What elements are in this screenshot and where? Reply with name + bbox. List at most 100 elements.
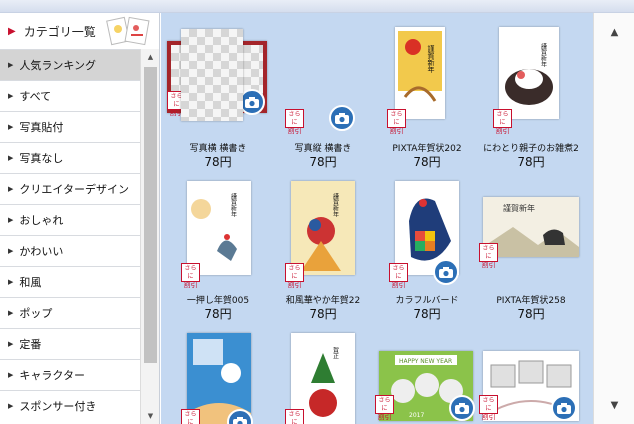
discount-badge: さらに割引 xyxy=(389,263,408,289)
category-label: クリエイターデザイン xyxy=(19,183,129,196)
category-label: 人気ランキング xyxy=(19,59,97,72)
category-item[interactable]: ▶ おしゃれ xyxy=(0,204,140,235)
category-item[interactable]: ▶ ポップ xyxy=(0,297,140,328)
card-price: 78円 xyxy=(204,155,232,169)
arrow-right-icon: ▶ xyxy=(8,247,14,255)
category-label: かわいい xyxy=(19,245,64,258)
arrow-right-icon: ▶ xyxy=(8,402,14,410)
category-item[interactable]: ▶ クリエイターデザイン xyxy=(0,173,140,204)
badge-line2: 割引 xyxy=(377,413,392,421)
card-price: 78円 xyxy=(309,307,337,321)
category-item[interactable]: ▶ スポンサー付き xyxy=(0,390,140,421)
card-price: 78円 xyxy=(309,155,337,169)
svg-text:謹賀新年: 謹賀新年 xyxy=(332,192,339,218)
category-item[interactable]: ▶ 写真貼付 xyxy=(0,111,140,142)
category-item[interactable]: ▶ すべて xyxy=(0,80,140,111)
discount-badge: さらに割引 xyxy=(285,109,304,135)
discount-badge: さらに割引 xyxy=(375,395,394,421)
card-price: 78円 xyxy=(413,307,441,321)
badge-line1: さらに xyxy=(390,111,403,126)
template-thumbnail[interactable]: 謹賀新年 xyxy=(187,181,251,275)
badge-line1: さらに xyxy=(288,411,301,424)
template-grid: さらに 割引 写真横 横書き 78円 さらに 割引 写真縦 横書き 78円 謹賀新年 さらに 割引 P… xyxy=(161,13,593,424)
header-arrow-icon: ▶ xyxy=(8,25,16,37)
category-item[interactable]: ▶ 定番 xyxy=(0,328,140,359)
svg-text:HAPPY NEW YEAR: HAPPY NEW YEAR xyxy=(399,358,452,365)
badge-line2: 割引 xyxy=(481,261,496,269)
category-label: 写真貼付 xyxy=(19,121,64,134)
template-thumbnail[interactable]: 謹賀新年 xyxy=(395,27,445,119)
badge-line2: 割引 xyxy=(481,413,496,421)
card-price: 78円 xyxy=(517,307,545,321)
top-strip xyxy=(0,0,634,13)
arrow-right-icon: ▶ xyxy=(8,340,14,348)
category-header: ▶ カテゴリ一覧 xyxy=(0,13,159,49)
category-label: おしゃれ xyxy=(19,214,64,227)
badge-line1: さらに xyxy=(288,265,301,280)
category-item[interactable]: ▶ キャラクター xyxy=(0,359,140,390)
category-sidebar: ▶ カテゴリ一覧 ▶ 人気ランキング ▶ すべて ▶ 写真貼付 ▶ 写真なし ▶ クリエイターデザ… xyxy=(0,13,160,424)
category-item[interactable]: ▶ 人気ランキング xyxy=(0,49,140,80)
grid-scrollbar[interactable]: ▲ ▼ xyxy=(593,13,634,424)
discount-badge: さらに割引 xyxy=(285,263,304,289)
chevron-up-icon[interactable]: ▲ xyxy=(594,13,634,51)
category-header-label: カテゴリ一覧 xyxy=(23,24,96,39)
discount-badge: さらに割引 xyxy=(479,395,498,421)
card-price: 78円 xyxy=(517,155,545,169)
camera-icon[interactable] xyxy=(449,395,475,421)
badge-line1: さらに xyxy=(482,397,495,412)
svg-text:2017: 2017 xyxy=(409,412,424,419)
svg-text:賀正: 賀正 xyxy=(332,346,339,359)
arrow-right-icon: ▶ xyxy=(8,371,14,379)
badge-line1: さらに xyxy=(482,245,495,260)
discount-badge: さらに割引 xyxy=(181,409,200,424)
chevron-up-icon[interactable]: ▲ xyxy=(141,49,160,65)
arrow-right-icon: ▶ xyxy=(8,154,14,162)
badge-line2: 割引 xyxy=(389,127,404,135)
badge-line1: さらに xyxy=(184,411,197,424)
camera-icon[interactable] xyxy=(551,395,577,421)
arrow-right-icon: ▶ xyxy=(8,216,14,224)
badge-line2: 割引 xyxy=(495,127,510,135)
category-label: 写真なし xyxy=(19,152,64,165)
category-item[interactable]: ▶ かわいい xyxy=(0,235,140,266)
arrow-right-icon: ▶ xyxy=(8,92,14,100)
category-label: 和風 xyxy=(19,276,42,289)
arrow-right-icon: ▶ xyxy=(8,61,14,69)
category-list: ▶ 人気ランキング ▶ すべて ▶ 写真貼付 ▶ 写真なし ▶ クリエイターデザイン ▶ おしゃれ ▶ か… xyxy=(0,49,140,424)
discount-badge: さらに割引 xyxy=(181,263,200,289)
camera-icon[interactable] xyxy=(329,105,355,131)
chevron-down-icon[interactable]: ▼ xyxy=(594,386,634,424)
arrow-right-icon: ▶ xyxy=(8,185,14,193)
svg-text:謹賀新年: 謹賀新年 xyxy=(503,203,535,213)
category-label: ポップ xyxy=(19,307,53,320)
card-price: 78円 xyxy=(413,155,441,169)
category-label: すべて xyxy=(19,90,52,103)
badge-line2: 割引 xyxy=(287,281,302,289)
category-label: 定番 xyxy=(19,338,42,351)
arrow-right-icon: ▶ xyxy=(8,278,14,286)
chevron-down-icon[interactable]: ▼ xyxy=(141,408,160,424)
category-label: スポンサー付き xyxy=(19,400,97,413)
discount-badge: さらに割引 xyxy=(285,409,304,424)
card-illustration-icon xyxy=(106,16,150,46)
template-thumbnail[interactable] xyxy=(181,29,243,121)
template-thumbnail[interactable]: 謹賀新年 xyxy=(499,27,559,119)
discount-badge: さらに割引 xyxy=(387,109,406,135)
camera-icon[interactable] xyxy=(433,259,459,285)
svg-text:謹賀新年: 謹賀新年 xyxy=(230,192,237,218)
card-price: 78円 xyxy=(204,307,232,321)
badge-line2: 割引 xyxy=(287,127,302,135)
badge-line1: さらに xyxy=(392,265,405,280)
badge-line2: 割引 xyxy=(391,281,406,289)
category-label: キャラクター xyxy=(19,369,85,382)
category-scrollbar[interactable]: ▲ ▼ xyxy=(140,49,159,424)
template-thumbnail[interactable]: 謹賀新年 xyxy=(291,181,355,275)
svg-text:謹賀新年: 謹賀新年 xyxy=(540,42,547,68)
category-item[interactable]: ▶ 和風 xyxy=(0,266,140,297)
category-scroll-thumb[interactable] xyxy=(144,67,157,363)
discount-badge: さらに割引 xyxy=(493,109,512,135)
category-item[interactable]: ▶ 写真なし xyxy=(0,142,140,173)
discount-badge: さらに割引 xyxy=(479,243,498,269)
badge-line1: さらに xyxy=(288,111,301,126)
